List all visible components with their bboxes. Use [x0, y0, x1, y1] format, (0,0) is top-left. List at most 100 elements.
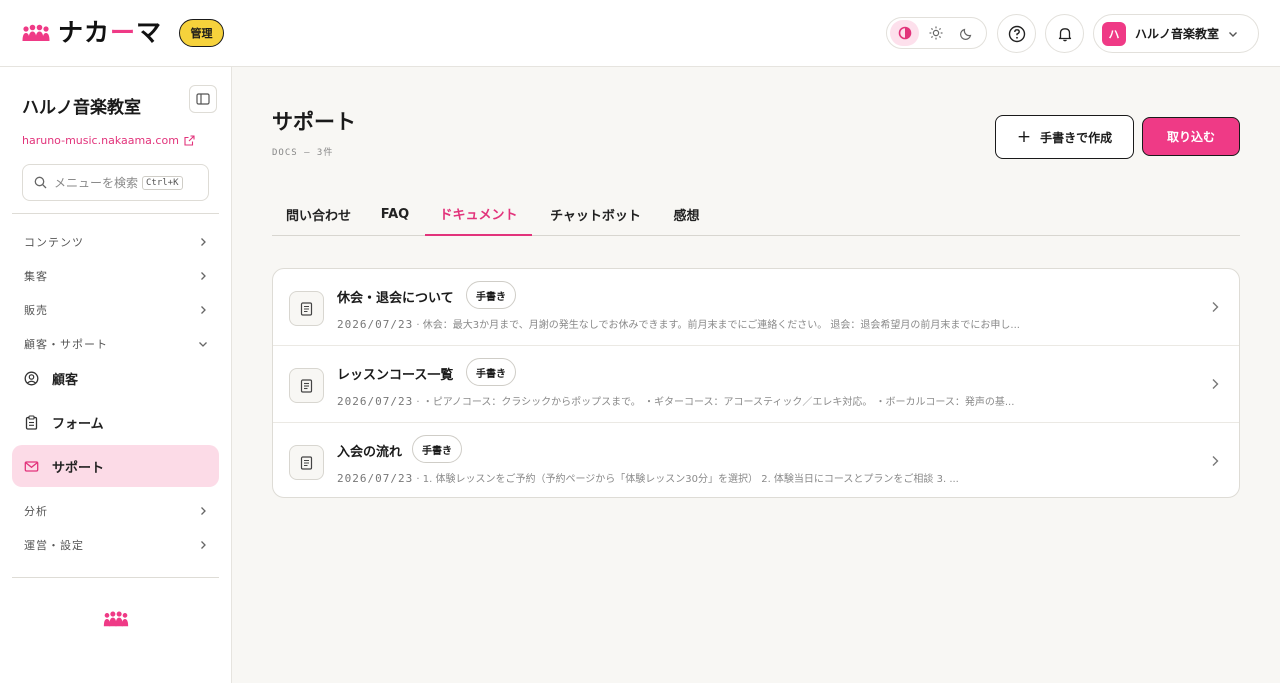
sidebar-item-label: サポート [52, 460, 105, 476]
chevron-down-icon [1229, 31, 1238, 37]
sidebar-section-content[interactable]: コンテンツ [12, 230, 219, 254]
bell-icon [1058, 27, 1071, 41]
create-manual-button[interactable]: + 手書きで作成 [995, 115, 1134, 159]
brand-name-dash: ー [110, 18, 137, 47]
section-label: 分析 [24, 505, 48, 518]
admin-badge: 管理 [179, 19, 224, 47]
document-date: 2026/07/23 [337, 472, 414, 485]
document-source-tag: 手書き [412, 435, 462, 463]
document-row[interactable]: 休会・退会について 手書き 2026/07/23 · 休会：最大3か月まで、月謝… [273, 269, 1239, 346]
document-source-tag: 手書き [466, 281, 516, 309]
top-bar: ナカーマ 管理 ハ ハルノ音楽教室 [0, 0, 1280, 67]
plus-icon: + [1016, 126, 1032, 147]
document-icon [289, 291, 324, 326]
sidebar-divider [12, 577, 219, 578]
account-name: ハルノ音楽教室 [1135, 27, 1220, 41]
user-circle-icon [24, 371, 39, 385]
document-date: 2026/07/23 [337, 318, 414, 331]
document-title: 休会・退会について [337, 291, 454, 306]
brand-logo[interactable]: ナカーマ [22, 19, 162, 47]
import-button[interactable]: 取り込む [1142, 117, 1240, 156]
document-title: レッスンコース一覧 [337, 368, 454, 383]
sidebar-toggle-icon [196, 93, 210, 105]
sun-icon [929, 26, 942, 40]
chevron-right-icon [1212, 379, 1219, 389]
search-icon [34, 176, 47, 189]
sidebar-item-support[interactable]: サポート [12, 445, 219, 487]
chevron-right-icon [201, 272, 206, 280]
search-shortcut-hint: Ctrl+K [142, 175, 183, 190]
chevron-right-icon [201, 238, 206, 246]
menu-search-input[interactable] [54, 175, 142, 190]
account-avatar: ハ [1102, 21, 1126, 46]
chevron-right-icon [1212, 456, 1219, 466]
sidebar-section-sales[interactable]: 販売 [12, 298, 219, 322]
help-button[interactable] [997, 14, 1036, 53]
site-url-link[interactable]: haruno-music.nakaama.com [22, 134, 195, 147]
section-label: 集客 [24, 270, 48, 283]
section-label: 顧客・サポート [24, 338, 108, 351]
support-tabs: 問い合わせ FAQ ドキュメント チャットボット 感想 [272, 192, 1240, 236]
clipboard-icon [25, 414, 38, 430]
sidebar-section-acquisition[interactable]: 集客 [12, 264, 219, 288]
sidebar-section-operations[interactable]: 運営・設定 [12, 533, 219, 557]
page-title: サポート [272, 110, 356, 134]
document-excerpt: · 休会：最大3か月まで、月謝の発生なしでお休みできます。前月末までにご連絡くだ… [416, 320, 1020, 331]
section-label: 販売 [24, 304, 48, 317]
document-meta: 2026/07/23 · ・ピアノコース：クラシックからポップスまで。 ・ギター… [337, 393, 1097, 408]
theme-switcher [886, 17, 987, 49]
document-excerpt: · 1. 体験レッスンをご予約（予約ページから「体験レッスン30分」を選択） 2… [416, 474, 959, 485]
theme-light-button[interactable] [921, 20, 950, 46]
account-menu[interactable]: ハ ハルノ音楽教室 [1093, 14, 1259, 53]
menu-search[interactable]: Ctrl+K [22, 164, 209, 201]
sidebar-collapse-button[interactable] [189, 85, 217, 113]
create-manual-label: 手書きで作成 [1040, 130, 1113, 145]
document-date: 2026/07/23 [337, 395, 414, 408]
moon-icon [959, 28, 971, 40]
document-row[interactable]: 入会の流れ 手書き 2026/07/23 · 1. 体験レッスンをご予約（予約ペ… [273, 422, 1239, 497]
site-url-text: haruno-music.nakaama.com [22, 134, 179, 147]
brand-name-part: ナカ [58, 18, 111, 47]
document-meta: 2026/07/23 · 1. 体験レッスンをご予約（予約ページから「体験レッス… [337, 470, 1097, 485]
document-icon [289, 368, 324, 403]
sidebar-divider [12, 213, 219, 214]
document-excerpt: · ・ピアノコース：クラシックからポップスまで。 ・ギターコース：アコースティッ… [416, 397, 1015, 408]
people-logo-icon [22, 24, 50, 41]
brand-name-part: マ [136, 18, 163, 47]
document-row[interactable]: レッスンコース一覧 手書き 2026/07/23 · ・ピアノコース：クラシック… [273, 345, 1239, 422]
tab-feedback[interactable]: 感想 [659, 192, 714, 236]
external-link-icon [184, 135, 195, 146]
theme-dark-button[interactable] [952, 20, 981, 46]
page-subtitle: DOCS — 3件 [272, 148, 334, 158]
document-title: 入会の流れ [337, 445, 403, 460]
chevron-right-icon [201, 541, 206, 549]
section-label: 運営・設定 [24, 539, 84, 552]
brand-name: ナカーマ [58, 19, 162, 47]
tab-documents[interactable]: ドキュメント [425, 192, 532, 236]
notifications-button[interactable] [1045, 14, 1084, 53]
document-meta: 2026/07/23 · 休会：最大3か月まで、月謝の発生なしでお休みできます。… [337, 316, 1097, 331]
sidebar: ハルノ音楽教室 haruno-music.nakaama.com Ctrl+K … [0, 67, 232, 683]
tab-inquiries[interactable]: 問い合わせ [272, 192, 365, 236]
sidebar-item-label: 顧客 [52, 372, 79, 388]
tab-faq[interactable]: FAQ [365, 192, 425, 236]
sidebar-item-customers[interactable]: 顧客 [12, 357, 219, 399]
sidebar-section-analytics[interactable]: 分析 [12, 499, 219, 523]
chevron-right-icon [1212, 302, 1219, 312]
people-logo-icon [103, 611, 129, 627]
mail-icon [24, 460, 39, 472]
document-list: 休会・退会について 手書き 2026/07/23 · 休会：最大3か月まで、月謝… [272, 268, 1240, 498]
sidebar-title: ハルノ音楽教室 [22, 98, 141, 118]
tab-chatbot[interactable]: チャットボット [532, 192, 659, 236]
sidebar-item-forms[interactable]: フォーム [12, 401, 219, 443]
sidebar-item-label: フォーム [52, 416, 104, 432]
contrast-icon [898, 26, 911, 40]
chevron-right-icon [201, 507, 206, 515]
sidebar-section-customer-support[interactable]: 顧客・サポート [12, 332, 219, 356]
chevron-down-icon [199, 342, 207, 347]
document-icon [289, 445, 324, 480]
document-source-tag: 手書き [466, 358, 516, 386]
help-icon [1008, 25, 1025, 42]
section-label: コンテンツ [24, 236, 84, 249]
theme-contrast-button[interactable] [890, 20, 919, 46]
